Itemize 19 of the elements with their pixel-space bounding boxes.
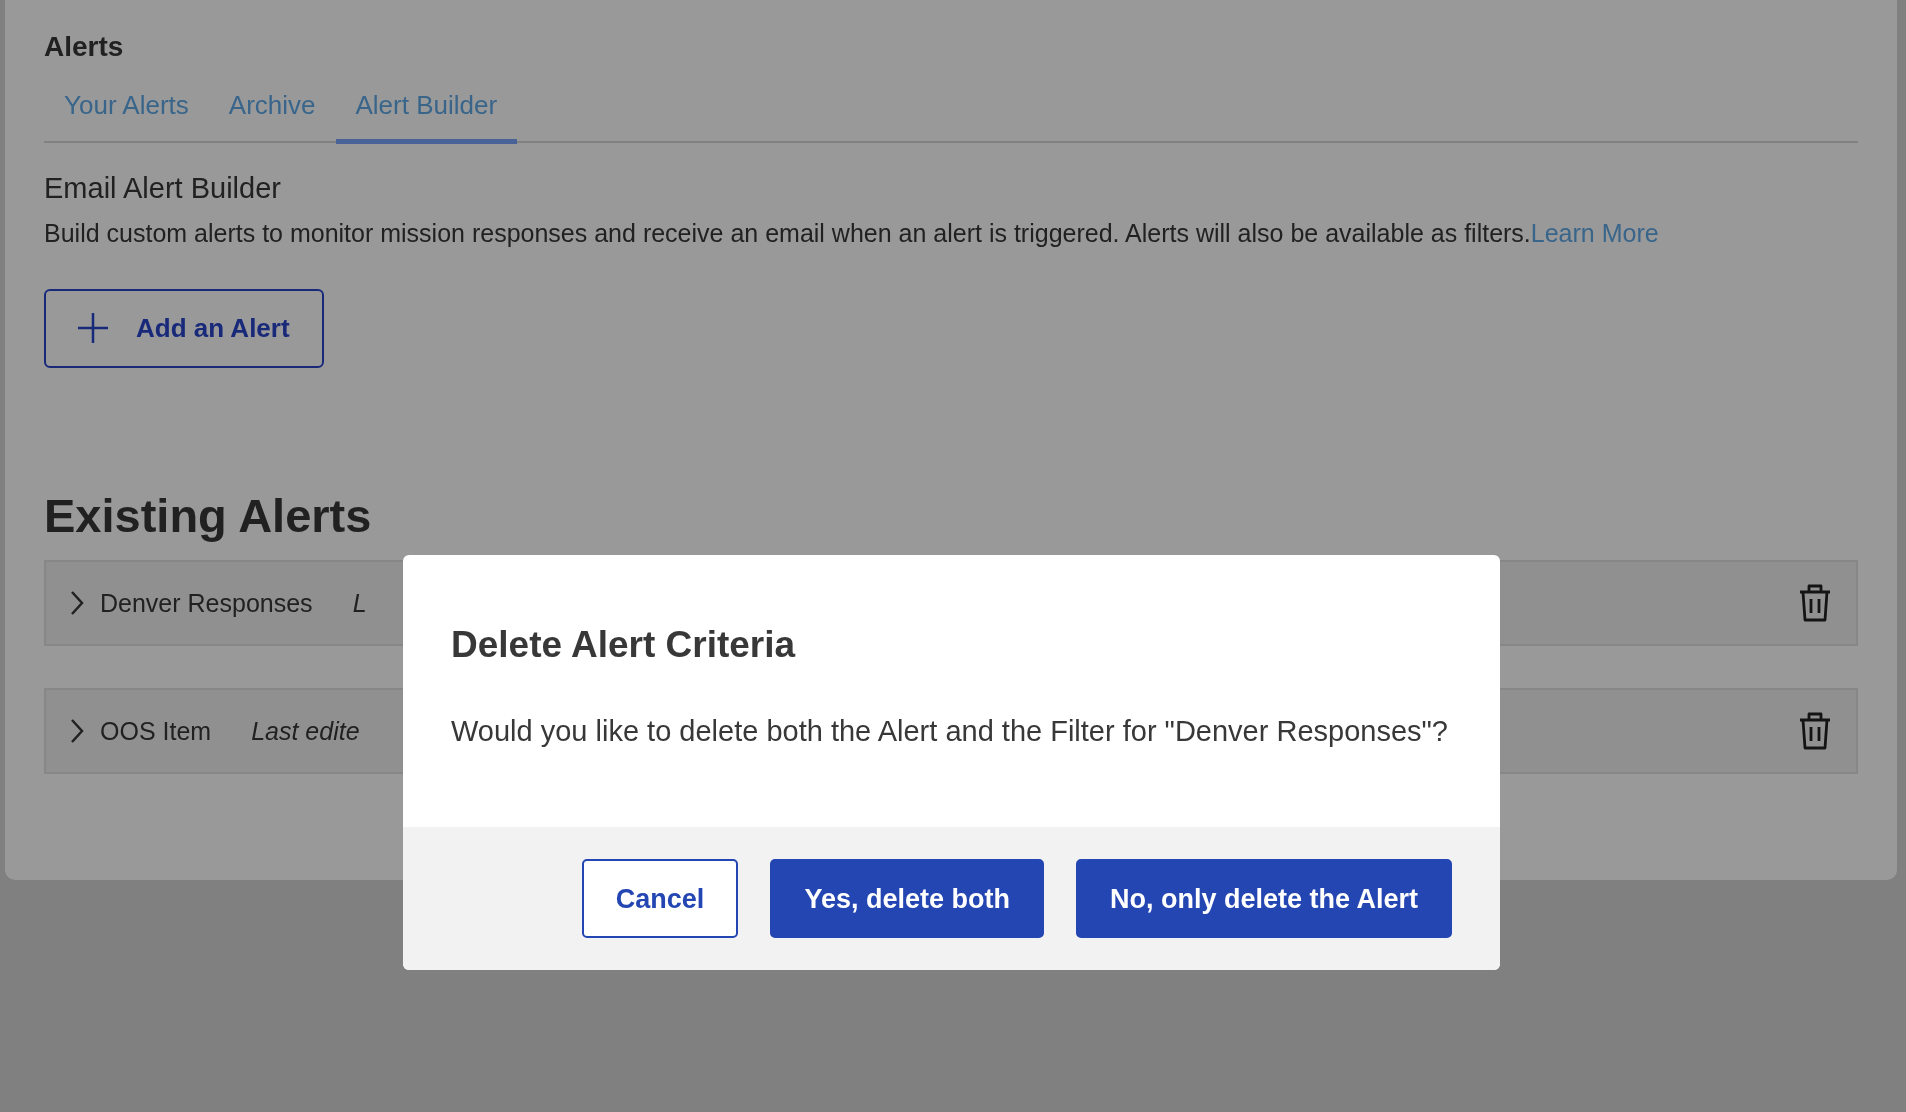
trash-icon[interactable] bbox=[1798, 712, 1832, 751]
dialog-message: Would you like to delete both the Alert and the Filter for "Denver Responses"? bbox=[450, 714, 1449, 750]
section-heading: Existing Alerts bbox=[44, 487, 373, 544]
add-alert-button[interactable]: Add an Alert bbox=[44, 288, 324, 368]
alert-name: OOS Item bbox=[100, 715, 212, 747]
confirm-button[interactable]: Yes, delete both bbox=[770, 859, 1044, 939]
last-edited-text: Last edite bbox=[251, 715, 360, 747]
dialog-title: Delete Alert Criteria bbox=[450, 623, 797, 667]
chevron-icon bbox=[70, 590, 84, 617]
alert-name: Denver Responses bbox=[100, 587, 313, 619]
description-text: Build custom alerts to monitor mission responses and receive an email when an alert is triggered. Alerts will also be available as filters.Learn More bbox=[44, 218, 1660, 250]
page-title: Alerts bbox=[44, 30, 125, 64]
trash-icon[interactable] bbox=[1798, 584, 1832, 623]
plus-icon bbox=[76, 311, 110, 346]
section-title: Email Alert Builder bbox=[44, 170, 282, 206]
chevron-icon bbox=[70, 718, 84, 745]
cancel-button[interactable]: Cancel bbox=[581, 859, 739, 939]
last-edited-text: L bbox=[352, 587, 367, 619]
confirm-button[interactable]: No, only delete the Alert bbox=[1075, 859, 1452, 939]
